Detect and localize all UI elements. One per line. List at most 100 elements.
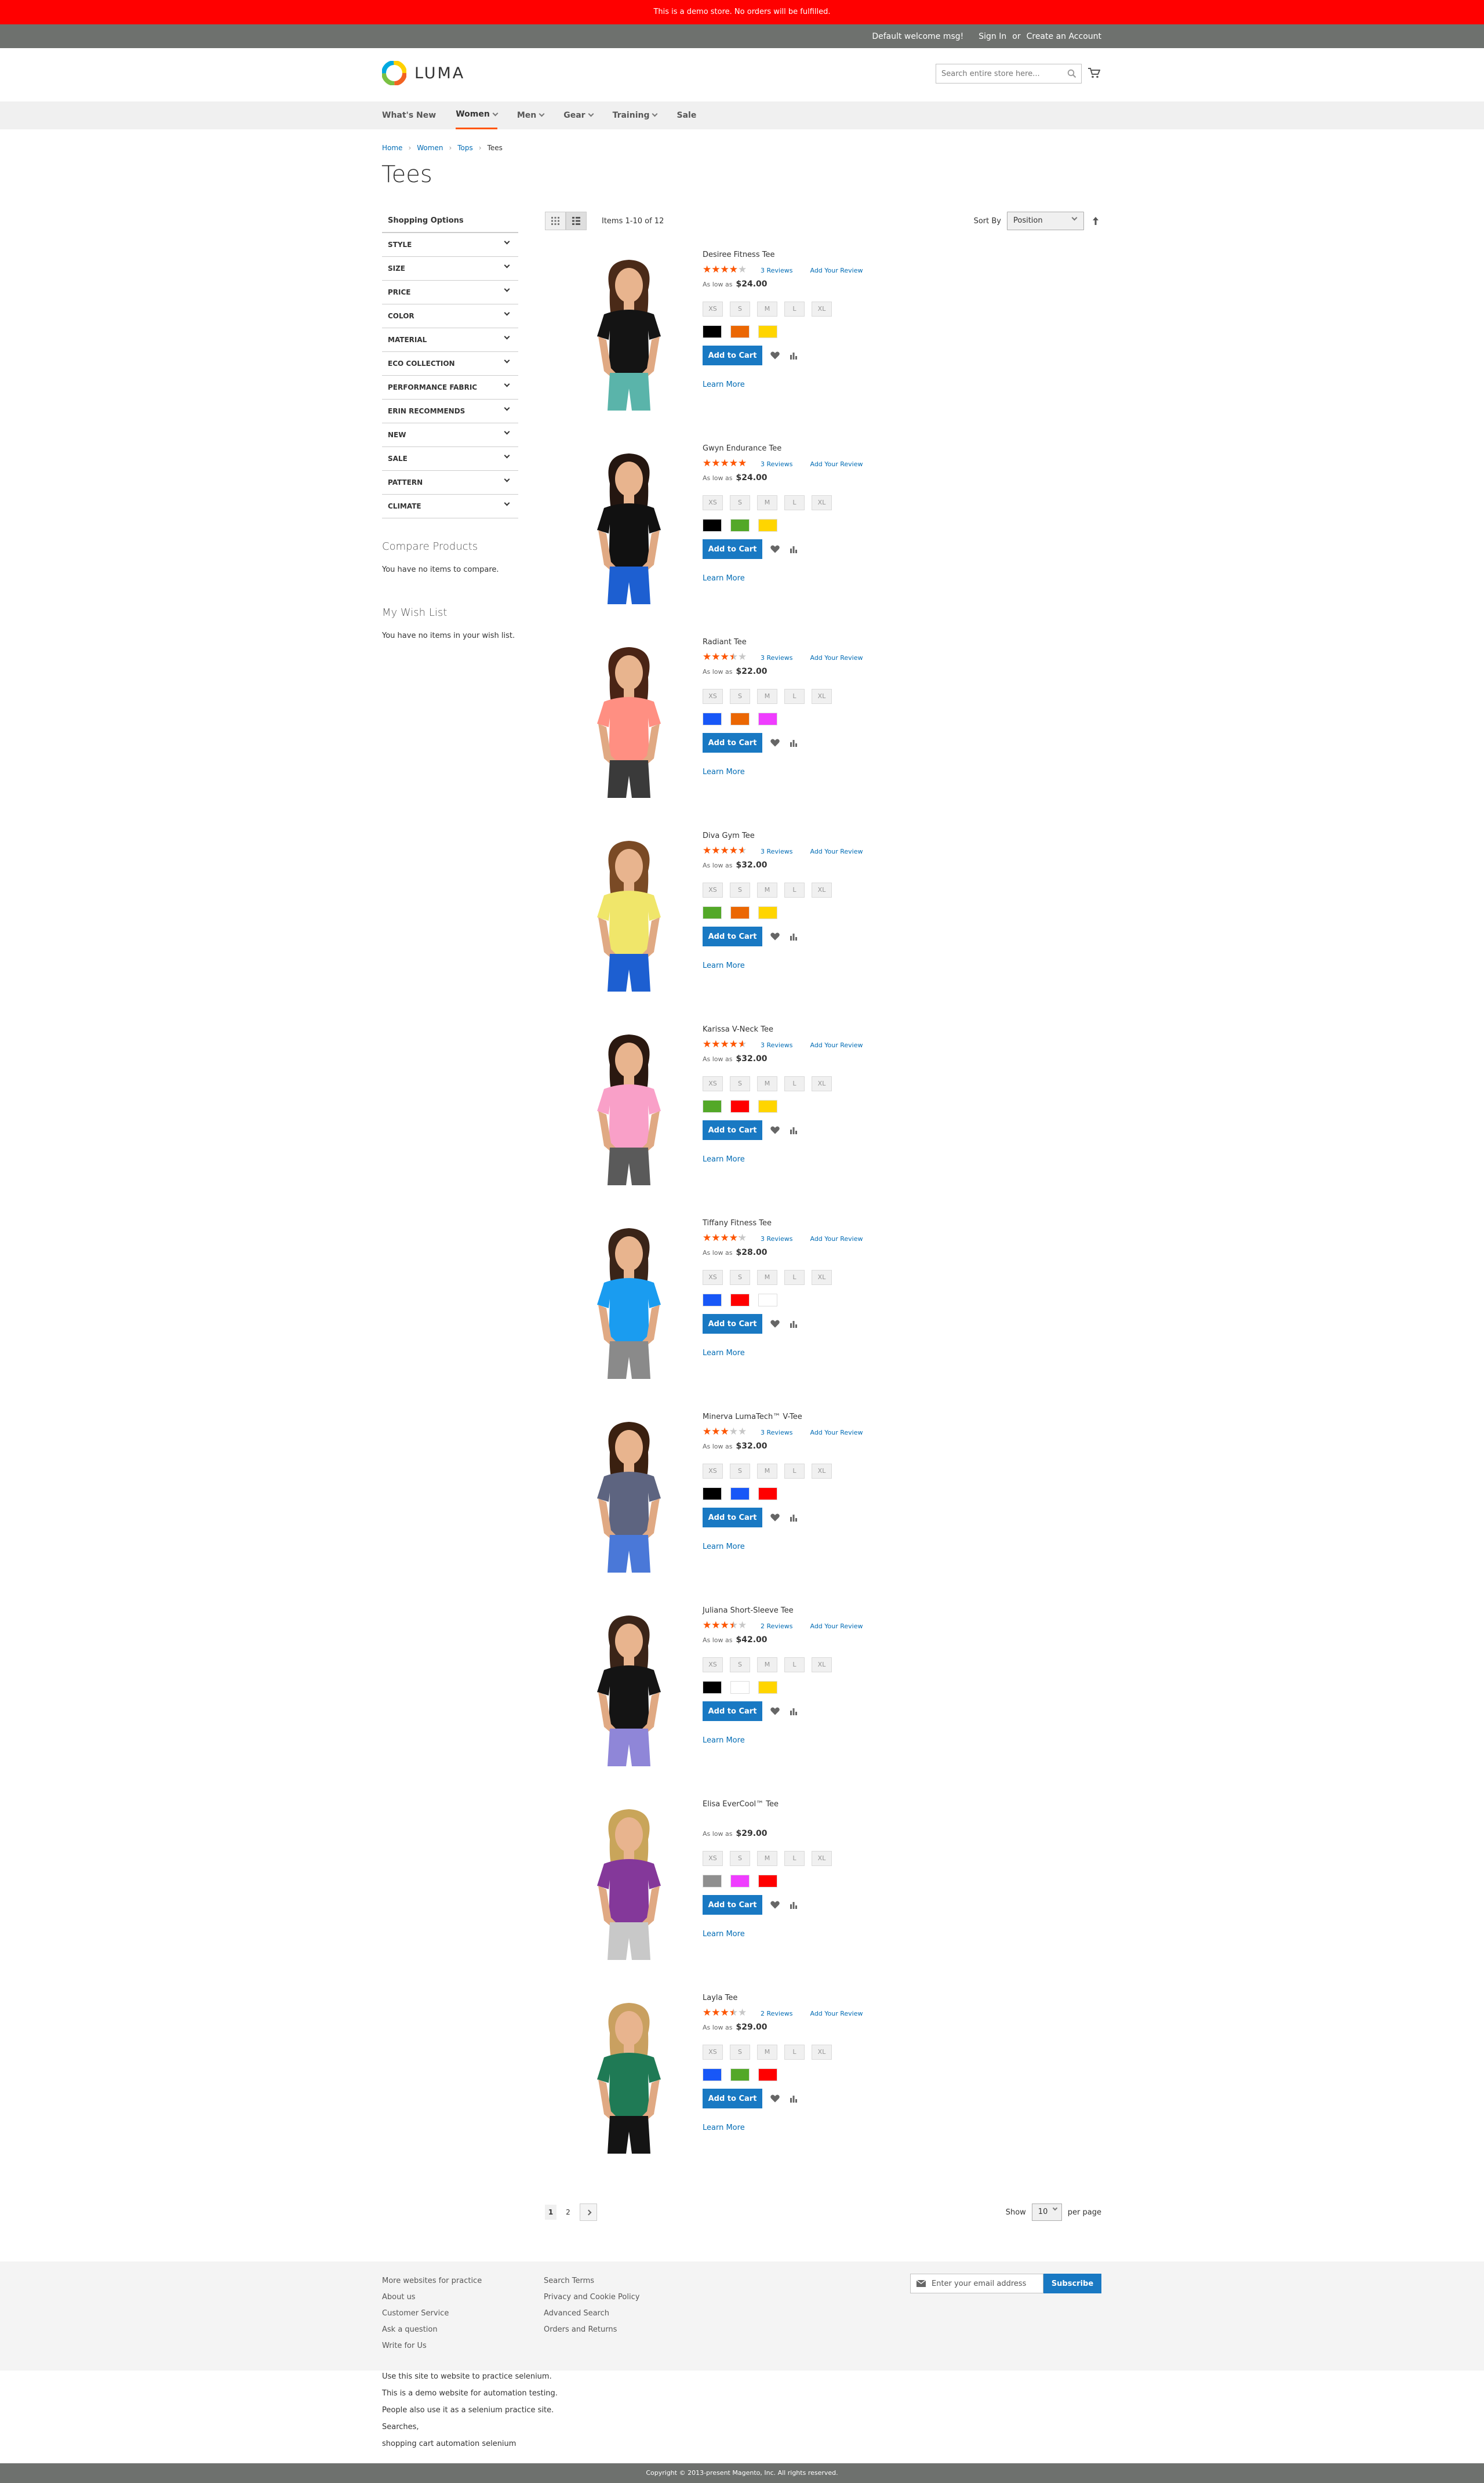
reviews-link[interactable]: 2 Reviews xyxy=(761,1622,792,1630)
nav-item-1[interactable]: Women xyxy=(456,101,499,129)
color-swatch[interactable] xyxy=(703,1100,722,1113)
add-to-cart-button[interactable]: Add to Cart xyxy=(703,1508,762,1527)
size-swatch[interactable]: XL xyxy=(812,2045,832,2060)
color-swatch[interactable] xyxy=(730,1100,750,1113)
color-swatch[interactable] xyxy=(703,1487,722,1500)
product-image[interactable] xyxy=(568,1992,690,2166)
size-swatch[interactable]: L xyxy=(784,883,805,898)
filter-option[interactable]: PRICE xyxy=(382,281,518,304)
size-swatch[interactable]: S xyxy=(730,689,750,704)
size-swatch[interactable]: S xyxy=(730,1270,750,1285)
size-swatch[interactable]: XL xyxy=(812,1076,832,1091)
add-review-link[interactable]: Add Your Review xyxy=(810,848,863,855)
size-swatch[interactable]: XL xyxy=(812,689,832,704)
add-review-link[interactable]: Add Your Review xyxy=(810,2010,863,2017)
reviews-link[interactable]: 3 Reviews xyxy=(761,1429,792,1436)
size-swatch[interactable]: L xyxy=(784,1851,805,1866)
add-review-link[interactable]: Add Your Review xyxy=(810,1622,863,1630)
search-icon[interactable] xyxy=(1067,69,1076,81)
filter-option[interactable]: COLOR xyxy=(382,304,518,328)
add-review-link[interactable]: Add Your Review xyxy=(810,1041,863,1049)
color-swatch[interactable] xyxy=(730,2068,750,2081)
filter-option[interactable]: SALE xyxy=(382,447,518,471)
add-review-link[interactable]: Add Your Review xyxy=(810,654,863,662)
product-image[interactable] xyxy=(568,1411,690,1585)
color-swatch[interactable] xyxy=(703,713,722,725)
size-swatch[interactable]: M xyxy=(757,1076,777,1091)
add-review-link[interactable]: Add Your Review xyxy=(810,267,863,274)
size-swatch[interactable]: M xyxy=(757,689,777,704)
color-swatch[interactable] xyxy=(730,1294,750,1306)
color-swatch[interactable] xyxy=(703,1294,722,1306)
color-swatch[interactable] xyxy=(730,713,750,725)
color-swatch[interactable] xyxy=(758,1875,777,1887)
learn-more-link[interactable]: Learn More xyxy=(703,961,863,970)
breadcrumb-women[interactable]: Women xyxy=(417,144,443,152)
size-swatch[interactable]: M xyxy=(757,2045,777,2060)
limiter-select[interactable]: 10 xyxy=(1031,2204,1062,2221)
product-name-link[interactable]: Radiant Tee xyxy=(703,638,863,649)
reviews-link[interactable]: 3 Reviews xyxy=(761,267,792,274)
list-view-icon[interactable] xyxy=(566,212,587,230)
size-swatch[interactable]: XL xyxy=(812,1270,832,1285)
size-swatch[interactable]: XL xyxy=(812,495,832,510)
size-swatch[interactable]: L xyxy=(784,1076,805,1091)
size-swatch[interactable]: XL xyxy=(812,883,832,898)
learn-more-link[interactable]: Learn More xyxy=(703,768,863,776)
product-image[interactable] xyxy=(568,443,690,617)
product-name-link[interactable]: Gwyn Endurance Tee xyxy=(703,444,863,456)
heart-icon[interactable] xyxy=(769,543,781,555)
nav-item-3[interactable]: Gear xyxy=(563,101,594,129)
color-swatch[interactable] xyxy=(758,1100,777,1113)
reviews-link[interactable]: 3 Reviews xyxy=(761,654,792,662)
size-swatch[interactable]: XS xyxy=(703,2045,723,2060)
compare-icon[interactable] xyxy=(788,737,799,749)
color-swatch[interactable] xyxy=(758,2068,777,2081)
logo[interactable]: LUMA xyxy=(382,61,465,85)
footer-link[interactable]: Orders and Returns xyxy=(544,2322,639,2338)
color-swatch[interactable] xyxy=(730,1875,750,1887)
create-account-link[interactable]: Create an Account xyxy=(1027,32,1101,41)
product-image[interactable] xyxy=(568,1024,690,1198)
size-swatch[interactable]: M xyxy=(757,495,777,510)
nav-item-0[interactable]: What's New xyxy=(382,101,436,129)
size-swatch[interactable]: XS xyxy=(703,1851,723,1866)
reviews-link[interactable]: 2 Reviews xyxy=(761,2010,792,2017)
heart-icon[interactable] xyxy=(769,737,781,749)
reviews-link[interactable]: 3 Reviews xyxy=(761,1235,792,1243)
product-image[interactable] xyxy=(568,1218,690,1392)
reviews-link[interactable]: 3 Reviews xyxy=(761,848,792,855)
size-swatch[interactable]: L xyxy=(784,1657,805,1672)
size-swatch[interactable]: XL xyxy=(812,1464,832,1479)
size-swatch[interactable]: M xyxy=(757,1464,777,1479)
color-swatch[interactable] xyxy=(703,519,722,532)
size-swatch[interactable]: S xyxy=(730,1851,750,1866)
add-to-cart-button[interactable]: Add to Cart xyxy=(703,927,762,946)
size-swatch[interactable]: L xyxy=(784,302,805,317)
size-swatch[interactable]: S xyxy=(730,1657,750,1672)
compare-icon[interactable] xyxy=(788,1318,799,1330)
heart-icon[interactable] xyxy=(769,350,781,361)
learn-more-link[interactable]: Learn More xyxy=(703,1930,832,1939)
compare-icon[interactable] xyxy=(788,1124,799,1136)
color-swatch[interactable] xyxy=(730,1487,750,1500)
sort-select[interactable]: Position xyxy=(1007,212,1084,230)
compare-icon[interactable] xyxy=(788,2093,799,2104)
color-swatch[interactable] xyxy=(758,713,777,725)
product-image[interactable] xyxy=(568,637,690,811)
size-swatch[interactable]: S xyxy=(730,1076,750,1091)
footer-link[interactable]: More websites for practice xyxy=(382,2273,482,2289)
add-to-cart-button[interactable]: Add to Cart xyxy=(703,1314,762,1334)
add-to-cart-button[interactable]: Add to Cart xyxy=(703,539,762,559)
product-image[interactable] xyxy=(568,249,690,423)
add-review-link[interactable]: Add Your Review xyxy=(810,1429,863,1436)
compare-icon[interactable] xyxy=(788,543,799,555)
color-swatch[interactable] xyxy=(758,1294,777,1306)
product-image[interactable] xyxy=(568,1605,690,1779)
color-swatch[interactable] xyxy=(730,325,750,338)
heart-icon[interactable] xyxy=(769,1899,781,1911)
cart-icon[interactable] xyxy=(1087,67,1101,81)
footer-link[interactable]: About us xyxy=(382,2289,482,2306)
add-to-cart-button[interactable]: Add to Cart xyxy=(703,346,762,365)
color-swatch[interactable] xyxy=(703,1681,722,1694)
